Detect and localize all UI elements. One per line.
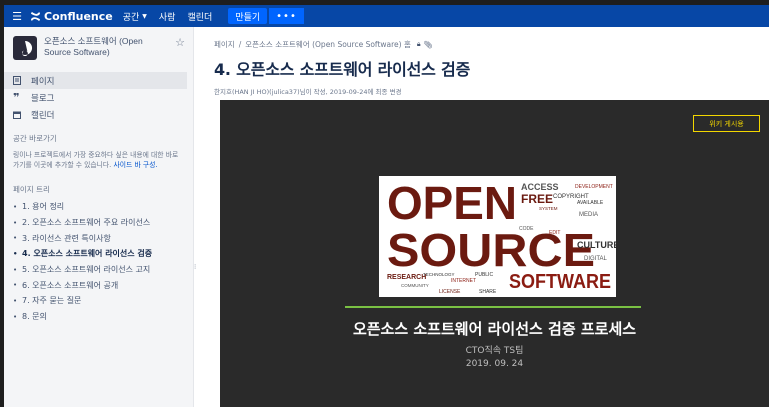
wordcloud-word: LICENSE	[439, 289, 461, 295]
tree-item-label: 4. 오픈소스 소프트웨어 라이선스 검증	[22, 249, 153, 259]
wordcloud-open: OPEN	[387, 177, 517, 229]
sidebar-item-pages[interactable]: 페이지	[4, 72, 187, 89]
nav-people[interactable]: 사람	[159, 10, 176, 23]
space-header: 오픈소스 소프트웨어 (Open Source Software) ☆	[4, 27, 193, 60]
bullet-icon: •	[13, 218, 18, 227]
star-icon[interactable]: ☆	[175, 36, 185, 60]
space-sidebar: 오픈소스 소프트웨어 (Open Source Software) ☆ 페이지 …	[4, 27, 194, 407]
more-create-button[interactable]: •••	[269, 8, 304, 24]
wiki-badge: 위키 게시용	[693, 115, 760, 132]
wordcloud-word: TECHNOLOGY	[423, 272, 455, 277]
sidebar-resize-handle[interactable]: ⁞	[194, 263, 196, 271]
open-source-logo-icon	[22, 40, 33, 56]
tree-item[interactable]: • 5. 오픈소스 소프트웨어 라이선스 고지	[4, 262, 193, 278]
document-icon	[13, 76, 25, 85]
nav-calendar[interactable]: 캘린더	[187, 10, 212, 23]
confluence-window: ☰ Confluence 공간 ▼ 사람 캘린더 만들기 ••• 오픈소스 소프…	[4, 5, 769, 407]
wordcloud-word: FREE	[521, 192, 553, 206]
app-switcher-icon[interactable]: ☰	[4, 5, 30, 27]
sidebar-item-calendar[interactable]: 캘린더	[4, 106, 193, 123]
calendar-icon	[13, 111, 25, 119]
confluence-icon	[30, 11, 41, 21]
tree-item-label: 1. 용어 정리	[22, 202, 65, 212]
page-tree-heading: 페이지 트리	[13, 185, 50, 194]
space-navigation: 페이지 ❞ 블로그 캘린더	[4, 72, 193, 123]
wordcloud-word: ACCESS	[521, 182, 559, 192]
wordcloud-word: DIGITAL	[584, 256, 608, 262]
create-button[interactable]: 만들기	[228, 8, 268, 24]
tree-item[interactable]: • 3. 라이선스 관련 특이사항	[4, 230, 193, 246]
sidebar-item-blog[interactable]: ❞ 블로그	[4, 89, 193, 106]
main-content: 페이지 / 오픈소스 소프트웨어 (Open Source Software) …	[214, 27, 769, 407]
slide-team: CTO직속 TS팀	[465, 346, 524, 356]
open-source-software-image: OPEN SOURCE SOFTWARE ACCESS FREE COPYRIG…	[379, 176, 616, 297]
tree-item[interactable]: • 7. 자주 묻는 질문	[4, 293, 193, 309]
wordcloud-word: SYSTEM	[539, 206, 558, 211]
sidebar-item-label: 페이지	[31, 76, 55, 87]
wordcloud-word: RESEARCH	[387, 274, 426, 281]
tree-item-label: 5. 오픈소스 소프트웨어 라이선스 고지	[22, 265, 151, 275]
bullet-icon: •	[13, 296, 18, 305]
breadcrumb: 페이지 / 오픈소스 소프트웨어 (Open Source Software) …	[214, 39, 769, 50]
tree-item[interactable]: • 8. 문의	[4, 309, 193, 325]
tree-item[interactable]: • 6. 오픈소스 소프트웨어 공개	[4, 277, 193, 293]
sidebar-item-label: 블로그	[31, 93, 55, 104]
page-tree: • 1. 용어 정리 • 2. 오픈소스 소프트웨어 주요 라이선스 • 3. 라이선스 …	[4, 199, 193, 325]
bullet-icon: •	[13, 312, 18, 321]
tree-item-label: 8. 문의	[22, 312, 47, 322]
wordcloud-word: DEVELOPMENT	[575, 184, 613, 190]
presentation-slide: 위키 게시용 OPEN SOURCE SOFTWARE ACCESS FREE …	[220, 100, 769, 407]
open-source-wordcloud: OPEN SOURCE SOFTWARE ACCESS FREE COPYRIG…	[387, 177, 616, 295]
space-avatar[interactable]	[13, 36, 37, 60]
slide-date: 2019. 09. 24	[465, 359, 524, 369]
sidebar-item-label: 캘린더	[31, 110, 55, 121]
wordcloud-word: CULTURE	[577, 240, 616, 250]
tree-item-label: 6. 오픈소스 소프트웨어 공개	[22, 280, 119, 290]
shortcuts-heading: 공간 바로가기	[13, 134, 57, 143]
slide-title: 오픈소스 소프트웨어 라이선스 검증 프로세스	[352, 320, 637, 338]
top-navigation: ☰ Confluence 공간 ▼ 사람 캘린더 만들기 •••	[4, 5, 769, 27]
wordcloud-software: SOFTWARE	[509, 271, 611, 293]
bullet-icon: •	[13, 202, 18, 211]
attachment-icon[interactable]: 📎︎	[424, 41, 433, 49]
lock-icon[interactable]: 🔒︎	[417, 40, 421, 49]
wordcloud-word: MEDIA	[579, 212, 598, 218]
wordcloud-word: CODE	[519, 226, 534, 232]
breadcrumb-item-space-home[interactable]: 오픈소스 소프트웨어 (Open Source Software) 홈	[245, 39, 411, 50]
shortcuts-description: 링이나 프로젝트에서 가장 중요하다 싶은 내용에 대한 바로가기를 이곳에 추…	[4, 144, 193, 170]
tree-item-label: 7. 자주 묻는 질문	[22, 296, 82, 306]
nav-spaces-label: 공간	[122, 12, 140, 23]
quote-icon: ❞	[13, 91, 20, 104]
wordcloud-word: PUBLIC	[475, 272, 493, 278]
bullet-icon: •	[13, 265, 18, 274]
bullet-icon: •	[13, 249, 18, 258]
space-title[interactable]: 오픈소스 소프트웨어 (Open Source Software)	[44, 36, 169, 60]
nav-spaces[interactable]: 공간 ▼	[123, 10, 147, 23]
logo-text: Confluence	[44, 9, 113, 23]
tree-item-label: 2. 오픈소스 소프트웨어 주요 라이선스	[22, 218, 151, 228]
wordcloud-word: EDIT	[549, 230, 560, 236]
tree-item[interactable]: • 2. 오픈소스 소프트웨어 주요 라이선스	[4, 215, 193, 231]
bullet-icon: •	[13, 234, 18, 243]
breadcrumb-item-pages[interactable]: 페이지	[214, 39, 235, 50]
wordcloud-word: COMMUNITY	[401, 283, 429, 288]
tree-item-label: 3. 라이선스 관련 특이사항	[22, 233, 111, 243]
bullet-icon: •	[13, 281, 18, 290]
page-byline: 한지호(HAN JI HO)(julica37)님이 작성, 2019-09-2…	[214, 88, 402, 96]
wordcloud-word: INTERNET	[451, 278, 476, 284]
tree-item[interactable]: • 1. 용어 정리	[4, 199, 193, 215]
configure-sidebar-link[interactable]: 사이드 바 구성.	[114, 161, 158, 169]
chevron-down-icon: ▼	[142, 12, 147, 20]
wordcloud-word: SHARE	[479, 289, 497, 295]
confluence-logo[interactable]: Confluence	[30, 10, 113, 23]
nav-calendar-label: 캘린더	[187, 12, 213, 23]
wordcloud-word: AVAILABLE	[577, 200, 604, 206]
tree-item[interactable]: • 4. 오픈소스 소프트웨어 라이선스 검증	[4, 246, 193, 262]
wordcloud-source: SOURCE	[387, 224, 595, 276]
breadcrumb-separator: /	[238, 40, 242, 49]
page-title: 4. 오픈소스 소프트웨어 라이선스 검증	[214, 60, 471, 79]
divider-line	[345, 306, 641, 308]
nav-people-label: 사람	[158, 12, 176, 23]
